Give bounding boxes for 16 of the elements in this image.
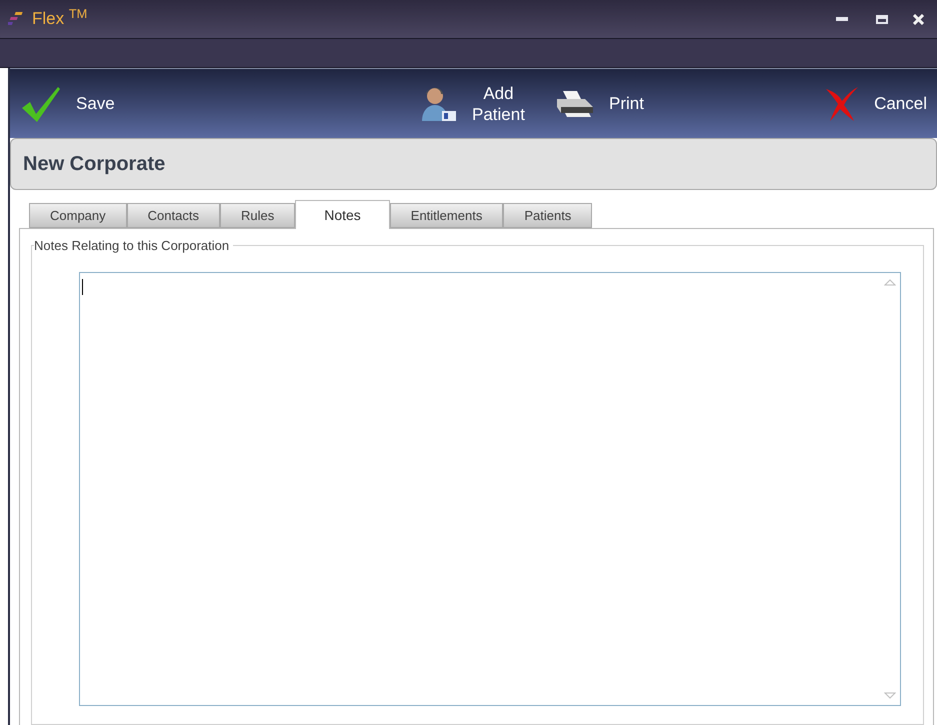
cross-icon xyxy=(824,84,860,122)
window-title: Flex $^{TM}$ xyxy=(32,6,88,30)
tab[interactable]: Patients xyxy=(503,203,592,228)
tab[interactable]: Rules xyxy=(220,203,296,228)
page-title: New Corporate xyxy=(23,152,166,177)
tab[interactable]: Company xyxy=(29,203,127,228)
close-icon xyxy=(912,14,924,24)
tab[interactable]: Contacts xyxy=(126,203,220,228)
tab[interactable]: Entitlements xyxy=(390,203,504,228)
add-patient-button[interactable]: Add Patient xyxy=(420,74,555,134)
tab[interactable]: Notes xyxy=(295,200,390,229)
printer-icon xyxy=(555,88,595,118)
cancel-button[interactable]: Cancel xyxy=(824,74,937,134)
save-button[interactable]: Save xyxy=(10,74,200,134)
print-button[interactable]: Print xyxy=(555,74,695,134)
app-logo-icon xyxy=(8,11,24,27)
